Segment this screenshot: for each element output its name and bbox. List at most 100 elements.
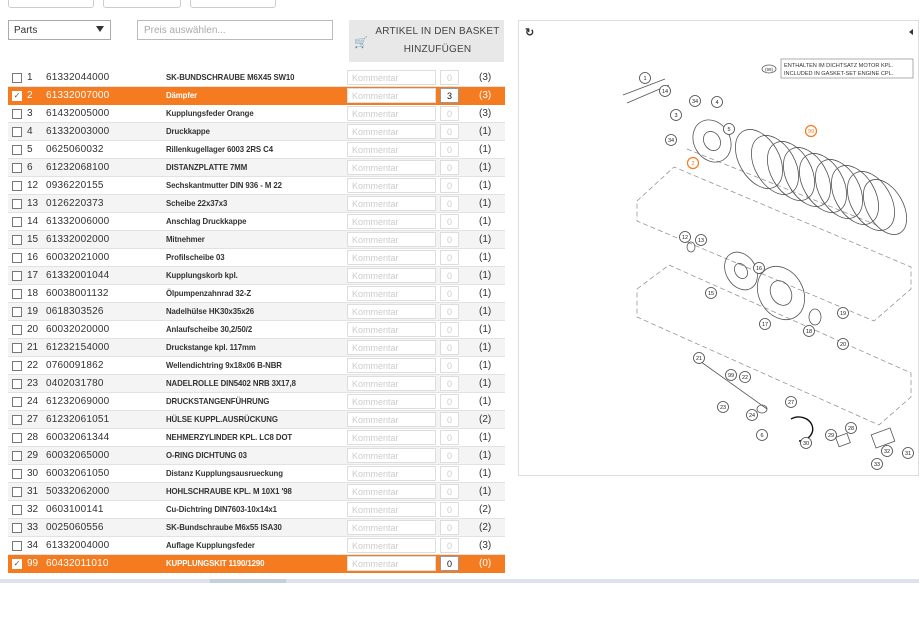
row-checkbox[interactable] [12, 469, 22, 479]
table-row[interactable]: 5 0625060032 Rillenkugellager 6003 2RS C4 (… [8, 141, 505, 159]
table-row[interactable]: 15 61332002000 Mitnehmer (1) [8, 231, 505, 249]
row-checkbox[interactable] [12, 109, 22, 119]
row-checkbox[interactable] [12, 307, 22, 317]
table-row[interactable]: 20 60032020000 Anlaufscheibe 30,2/50/2 (1) [8, 321, 505, 339]
comment-input[interactable] [347, 286, 436, 301]
quantity-input[interactable] [440, 520, 459, 535]
top-toolbar-field[interactable] [190, 0, 276, 8]
quantity-input[interactable] [440, 304, 459, 319]
row-checkbox[interactable] [12, 127, 22, 137]
row-checkbox[interactable]: ✓ [12, 559, 22, 569]
quantity-input[interactable] [440, 286, 459, 301]
table-row[interactable]: 12 0936220155 Sechskantmutter DIN 936 - M … [8, 177, 505, 195]
category-select[interactable]: Parts [8, 20, 111, 40]
quantity-input[interactable] [440, 142, 459, 157]
comment-input[interactable] [347, 232, 436, 247]
scrollbar-thumb[interactable] [210, 579, 286, 583]
quantity-input[interactable] [440, 376, 459, 391]
comment-input[interactable] [347, 412, 436, 427]
quantity-input[interactable] [440, 502, 459, 517]
comment-input[interactable] [347, 88, 436, 103]
quantity-input[interactable] [440, 160, 459, 175]
quantity-input[interactable] [440, 178, 459, 193]
comment-input[interactable] [347, 178, 436, 193]
comment-input[interactable] [347, 214, 436, 229]
row-checkbox[interactable] [12, 451, 22, 461]
comment-input[interactable] [347, 142, 436, 157]
quantity-input[interactable] [440, 448, 459, 463]
table-row[interactable]: 21 61232154000 Druckstange kpl. 117mm (1) [8, 339, 505, 357]
price-select-input[interactable] [137, 20, 333, 40]
comment-input[interactable] [347, 484, 436, 499]
comment-input[interactable] [347, 394, 436, 409]
quantity-input[interactable] [440, 322, 459, 337]
top-toolbar-field[interactable] [8, 0, 94, 8]
quantity-input[interactable] [440, 250, 459, 265]
quantity-input[interactable] [440, 412, 459, 427]
row-checkbox[interactable]: ✓ [12, 91, 22, 101]
table-row[interactable]: 34 61332004000 Auflage Kupplungsfeder (3) [8, 537, 505, 555]
quantity-input[interactable] [440, 268, 459, 283]
table-row[interactable]: 22 0760091862 Wellendichtring 9x18x06 B-NB… [8, 357, 505, 375]
add-to-basket-button[interactable]: 🛒 ARTIKEL IN DEN BASKET HINZUFÜGEN [349, 20, 504, 62]
table-row[interactable]: 19 0618303526 Nadelhülse HK30x35x26 (1) [8, 303, 505, 321]
row-checkbox[interactable] [12, 253, 22, 263]
comment-input[interactable] [347, 430, 436, 445]
quantity-input[interactable] [440, 394, 459, 409]
quantity-input[interactable] [440, 214, 459, 229]
row-checkbox[interactable] [12, 541, 22, 551]
table-row[interactable]: 32 0603100141 Cu-Dichtring DIN7603-10x14x1… [8, 501, 505, 519]
comment-input[interactable] [347, 106, 436, 121]
row-checkbox[interactable] [12, 397, 22, 407]
comment-input[interactable] [347, 322, 436, 337]
row-checkbox[interactable] [12, 361, 22, 371]
quantity-input[interactable] [440, 538, 459, 553]
row-checkbox[interactable] [12, 415, 22, 425]
quantity-input[interactable] [440, 484, 459, 499]
table-row[interactable]: 3 61432005000 Kupplungsfeder Orange (3) [8, 105, 505, 123]
quantity-input[interactable] [440, 88, 459, 103]
row-checkbox[interactable] [12, 73, 22, 83]
table-row[interactable]: 30 60032061050 Distanz Kupplungsausrueckun… [8, 465, 505, 483]
comment-input[interactable] [347, 196, 436, 211]
top-toolbar-field[interactable] [103, 0, 181, 8]
table-row[interactable]: 1 61332044000 SK-BUNDSCHRAUBE M6X45 SW10 (3… [8, 69, 505, 87]
row-checkbox[interactable] [12, 271, 22, 281]
quantity-input[interactable] [440, 232, 459, 247]
comment-input[interactable] [347, 304, 436, 319]
table-row[interactable]: 27 61232061051 HÜLSE KUPPL.AUSRÜCKUNG (2) [8, 411, 505, 429]
row-checkbox[interactable] [12, 199, 22, 209]
comment-input[interactable] [347, 250, 436, 265]
comment-input[interactable] [347, 466, 436, 481]
table-row[interactable]: 18 60038001132 Ölpumpenzahnrad 32-Z (1) [8, 285, 505, 303]
table-row[interactable]: 23 0402031780 NADELROLLE DIN5402 NRB 3X17,… [8, 375, 505, 393]
comment-input[interactable] [347, 376, 436, 391]
table-row[interactable]: 4 61332003000 Druckkappe (1) [8, 123, 505, 141]
row-checkbox[interactable] [12, 523, 22, 533]
quantity-input[interactable] [440, 340, 459, 355]
quantity-input[interactable] [440, 556, 459, 571]
row-checkbox[interactable] [12, 379, 22, 389]
quantity-input[interactable] [440, 70, 459, 85]
quantity-input[interactable] [440, 358, 459, 373]
quantity-input[interactable] [440, 196, 459, 211]
row-checkbox[interactable] [12, 343, 22, 353]
row-checkbox[interactable] [12, 325, 22, 335]
table-row[interactable]: 31 50332062000 HOHLSCHRAUBE KPL. M 10X1 '9… [8, 483, 505, 501]
horizontal-scrollbar[interactable] [0, 579, 919, 583]
table-row[interactable]: 28 60032061344 NEHMERZYLINDER KPL. LC8 DOT… [8, 429, 505, 447]
comment-input[interactable] [347, 160, 436, 175]
row-checkbox[interactable] [12, 217, 22, 227]
row-checkbox[interactable] [12, 433, 22, 443]
row-checkbox[interactable] [12, 235, 22, 245]
table-row[interactable]: 33 0025060556 SK-Bundschraube M6x55 ISA30 (… [8, 519, 505, 537]
quantity-input[interactable] [440, 124, 459, 139]
row-checkbox[interactable] [12, 289, 22, 299]
table-row[interactable]: 6 61232068100 DISTANZPLATTE 7MM (1) [8, 159, 505, 177]
comment-input[interactable] [347, 124, 436, 139]
table-row[interactable]: 29 60032065000 O-RING DICHTUNG 03 (1) [8, 447, 505, 465]
table-row[interactable]: ✓ 99 60432011010 KUPPLUNGSKIT 1190/1290 (0) [8, 555, 505, 573]
quantity-input[interactable] [440, 430, 459, 445]
table-row[interactable]: 16 60032021000 Profilscheibe 03 (1) [8, 249, 505, 267]
table-row[interactable]: 17 61332001044 Kupplungskorb kpl. (1) [8, 267, 505, 285]
